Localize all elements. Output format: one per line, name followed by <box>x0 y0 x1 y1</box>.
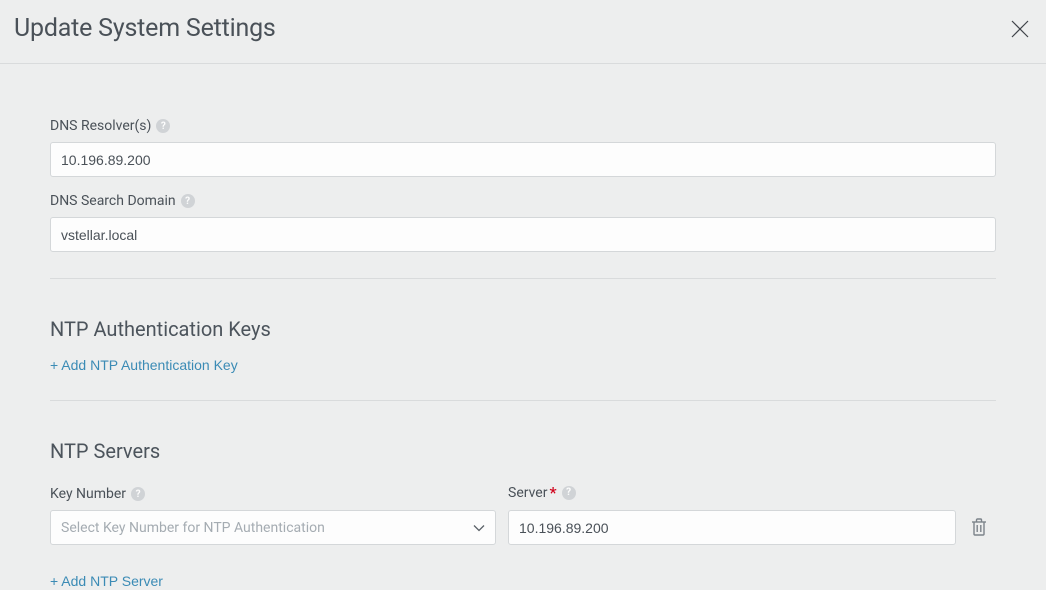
ntp-servers-section: NTP Servers Key Number ? Select Key Numb… <box>50 439 996 590</box>
server-field: Server * ? <box>508 483 956 545</box>
key-number-label: Key Number <box>50 486 126 502</box>
required-indicator: * <box>549 483 556 502</box>
dns-section: DNS Resolver(s) ? DNS Search Domain ? <box>50 118 996 279</box>
modal-header: Update System Settings <box>0 0 1046 64</box>
ntp-server-row: Key Number ? Select Key Number for NTP A… <box>50 483 996 545</box>
key-number-field: Key Number ? Select Key Number for NTP A… <box>50 486 496 545</box>
key-number-select[interactable]: Select Key Number for NTP Authentication <box>50 510 496 545</box>
server-input[interactable] <box>508 510 956 545</box>
ntp-servers-heading: NTP Servers <box>50 439 996 463</box>
dns-search-domain-input[interactable] <box>50 217 996 252</box>
close-icon <box>1010 19 1030 39</box>
close-button[interactable] <box>1008 17 1032 41</box>
key-number-placeholder: Select Key Number for NTP Authentication <box>61 520 325 536</box>
help-icon[interactable]: ? <box>181 194 195 208</box>
section-divider <box>50 400 996 401</box>
dns-resolvers-input[interactable] <box>50 142 996 177</box>
ntp-auth-heading: NTP Authentication Keys <box>50 317 996 341</box>
delete-ntp-server-button[interactable] <box>968 516 990 538</box>
add-ntp-auth-key-link[interactable]: + Add NTP Authentication Key <box>50 357 238 373</box>
section-divider <box>50 278 996 279</box>
dns-resolvers-field: DNS Resolver(s) ? <box>50 118 996 177</box>
dns-search-domain-label: DNS Search Domain <box>50 193 176 209</box>
add-ntp-server-link[interactable]: + Add NTP Server <box>50 573 163 589</box>
modal-title: Update System Settings <box>14 14 276 43</box>
server-label: Server <box>508 485 547 501</box>
ntp-auth-section: NTP Authentication Keys + Add NTP Authen… <box>50 317 996 401</box>
modal-content: DNS Resolver(s) ? DNS Search Domain ? NT… <box>0 118 1046 590</box>
help-icon[interactable]: ? <box>562 486 576 500</box>
help-icon[interactable]: ? <box>156 119 170 133</box>
help-icon[interactable]: ? <box>131 487 145 501</box>
dns-resolvers-label: DNS Resolver(s) <box>50 118 151 134</box>
trash-icon <box>970 517 988 537</box>
dns-search-domain-field: DNS Search Domain ? <box>50 193 996 252</box>
